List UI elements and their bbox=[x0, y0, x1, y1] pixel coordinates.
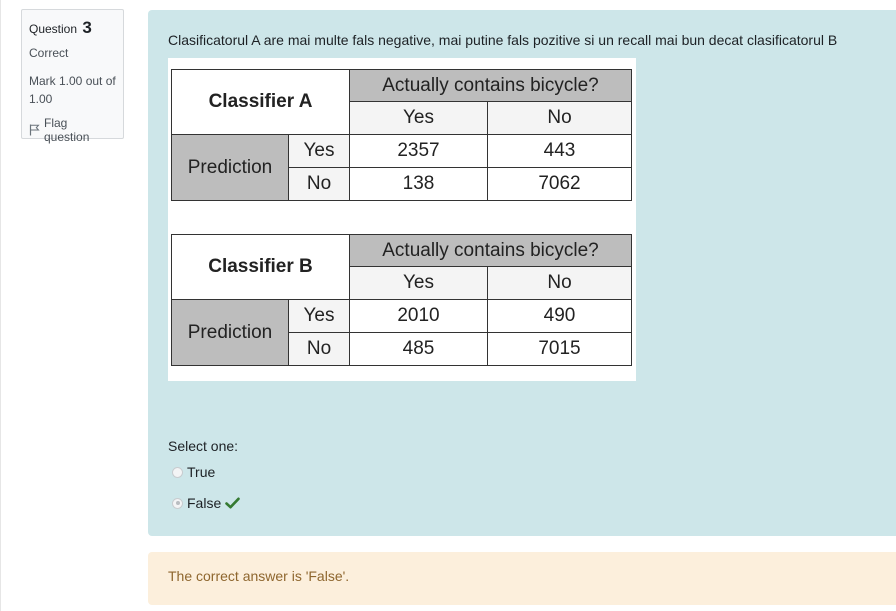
question-info-panel: Question 3 Correct Mark 1.00 out of 1.00… bbox=[21, 9, 124, 144]
radio-true[interactable] bbox=[172, 466, 183, 478]
column-header-yes: Yes bbox=[349, 101, 488, 135]
cell-value: 2357 bbox=[349, 134, 488, 168]
classifier-name: Classifier B bbox=[171, 234, 350, 300]
page-left-border bbox=[0, 0, 1, 611]
cell-value: 485 bbox=[349, 332, 488, 366]
cell-value: 7015 bbox=[487, 332, 632, 366]
column-header-no: No bbox=[487, 101, 632, 135]
column-header-no: No bbox=[487, 266, 632, 300]
question-text: Clasificatorul A are mai multe fals nega… bbox=[168, 32, 838, 48]
option-false-label: False bbox=[187, 495, 222, 511]
actual-header: Actually contains bicycle? bbox=[349, 234, 632, 267]
row-label-no: No bbox=[288, 167, 350, 201]
question-number-value: 3 bbox=[82, 18, 92, 37]
question-grade: Mark 1.00 out of 1.00 bbox=[29, 74, 116, 106]
classifier-a-table: Classifier A Actually contains bicycle? … bbox=[171, 69, 632, 201]
prediction-label: Prediction bbox=[171, 134, 289, 201]
actual-header: Actually contains bicycle? bbox=[349, 69, 632, 102]
row-label-yes: Yes bbox=[288, 299, 350, 333]
cell-value: 7062 bbox=[487, 167, 632, 201]
flag-question-label: Flag question bbox=[44, 116, 90, 144]
feedback-panel: The correct answer is 'False'. bbox=[148, 552, 896, 605]
classifier-name: Classifier A bbox=[171, 69, 350, 135]
question-content: Clasificatorul A are mai multe fals nega… bbox=[148, 10, 896, 536]
cell-value: 138 bbox=[349, 167, 488, 201]
classifier-b-table: Classifier B Actually contains bicycle? … bbox=[171, 234, 632, 366]
question-label: Question bbox=[29, 22, 78, 36]
option-true-label: True bbox=[187, 464, 216, 480]
flag-icon bbox=[29, 124, 40, 136]
flag-question-link[interactable]: Flag question bbox=[29, 116, 116, 144]
row-label-no: No bbox=[288, 332, 350, 366]
question-state: Correct bbox=[29, 46, 69, 60]
question-number: Question 3 bbox=[29, 18, 116, 38]
option-true[interactable]: True bbox=[172, 464, 215, 480]
radio-false[interactable] bbox=[172, 497, 183, 509]
cell-value: 2010 bbox=[349, 299, 488, 333]
column-header-yes: Yes bbox=[349, 266, 488, 300]
row-label-yes: Yes bbox=[288, 134, 350, 168]
prediction-label: Prediction bbox=[171, 299, 289, 366]
correct-answer-text: The correct answer is 'False'. bbox=[168, 568, 350, 584]
select-one-prompt: Select one: bbox=[168, 438, 239, 454]
correct-check-icon bbox=[225, 497, 241, 509]
cell-value: 443 bbox=[487, 134, 632, 168]
confusion-matrices-image: Classifier A Actually contains bicycle? … bbox=[168, 58, 636, 381]
cell-value: 490 bbox=[487, 299, 632, 333]
option-false[interactable]: False bbox=[172, 495, 241, 511]
